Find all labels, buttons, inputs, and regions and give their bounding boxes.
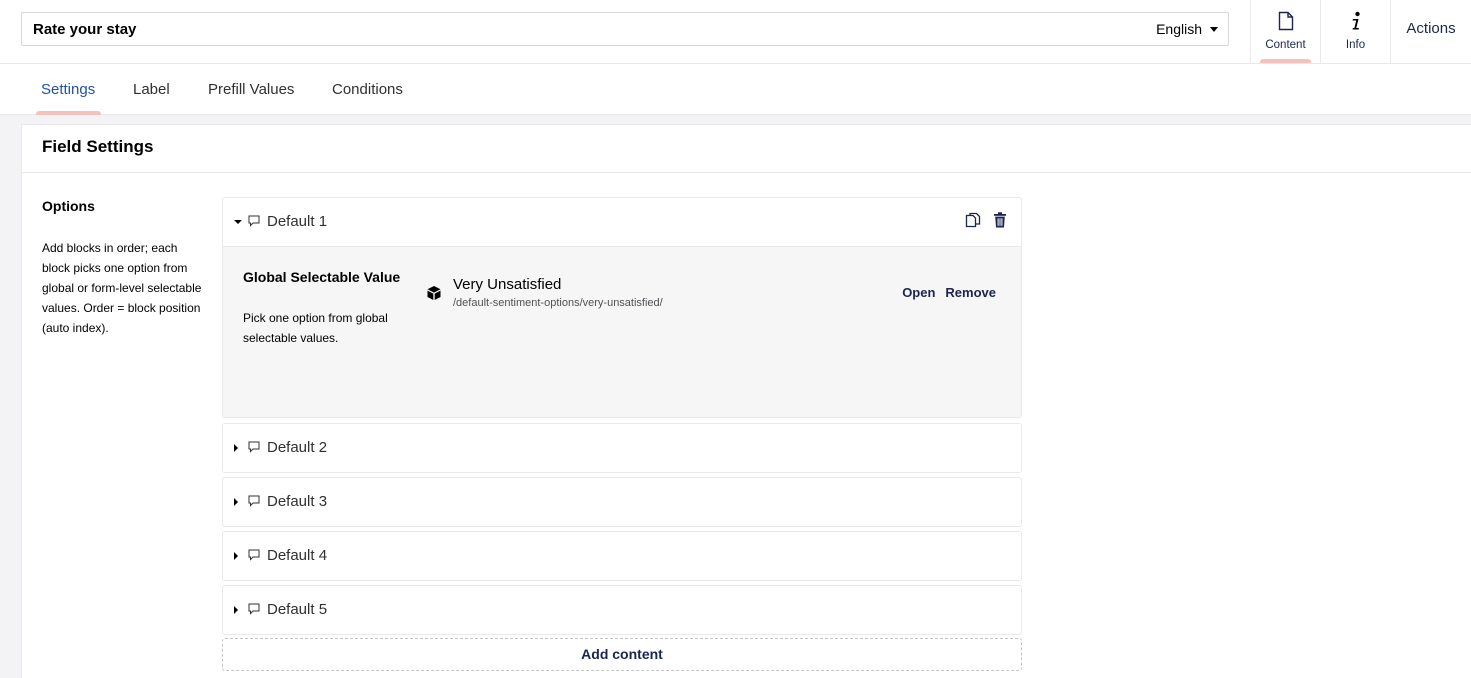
tab-settings[interactable]: Settings xyxy=(36,64,102,115)
app-content-label: Content xyxy=(1265,39,1306,51)
open-button[interactable]: Open xyxy=(902,285,935,300)
language-dropdown[interactable]: English xyxy=(1156,13,1218,45)
caret-right-icon xyxy=(234,552,238,560)
block-item: Default 2 xyxy=(222,423,1022,473)
block-item: Default 5 xyxy=(222,585,1022,635)
block-item: Default 4 xyxy=(222,531,1022,581)
node-name-input[interactable] xyxy=(33,13,1033,45)
block-item: Default 3 xyxy=(222,477,1022,527)
block-icon xyxy=(248,549,260,561)
tab-prefill-values[interactable]: Prefill Values xyxy=(208,64,294,115)
caret-right-icon xyxy=(234,498,238,506)
language-label: English xyxy=(1156,21,1202,37)
block-header[interactable]: Default 2 xyxy=(223,424,1021,472)
tab-conditions[interactable]: Conditions xyxy=(332,64,403,115)
actions-label: Actions xyxy=(1406,20,1456,37)
picked-node-path: /default-sentiment-options/very-unsatisf… xyxy=(453,297,663,309)
add-content-button[interactable]: Add content xyxy=(222,638,1022,671)
caret-right-icon xyxy=(234,444,238,452)
block-icon xyxy=(248,441,260,453)
caret-right-icon xyxy=(234,606,238,614)
picked-node-name: Very Unsatisfied xyxy=(453,276,562,293)
tab-label[interactable]: Label xyxy=(133,64,170,115)
block-tools xyxy=(965,212,1007,233)
tab-prefill-values-label: Prefill Values xyxy=(208,81,295,98)
tab-conditions-label: Conditions xyxy=(332,81,403,98)
block-name: Default 4 xyxy=(267,547,328,564)
block-icon xyxy=(248,495,260,507)
block-header[interactable]: Default 1 xyxy=(223,198,1021,246)
trash-icon[interactable] xyxy=(993,212,1007,233)
block-name: Default 2 xyxy=(267,439,328,456)
block-icon xyxy=(248,603,260,615)
global-selectable-value-label: Global Selectable Value xyxy=(243,269,401,285)
panel-title: Field Settings xyxy=(42,137,154,156)
global-selectable-value-description: Pick one option from global selectable v… xyxy=(243,311,388,345)
app-info-label: Info xyxy=(1345,39,1366,51)
active-indicator xyxy=(1260,59,1311,63)
app-info-button[interactable]: Info xyxy=(1320,0,1390,63)
block-content: Global Selectable Value Pick one option … xyxy=(223,246,1021,417)
cube-icon xyxy=(427,286,441,300)
caret-down-icon xyxy=(234,220,242,224)
block-header[interactable]: Default 3 xyxy=(223,478,1021,526)
block-name: Default 5 xyxy=(267,601,328,618)
info-icon xyxy=(1352,11,1360,30)
field-settings-panel: Field Settings Options Add blocks in ord… xyxy=(21,124,1471,678)
active-tab-indicator xyxy=(36,111,102,115)
editor-header: English Content Info Actions xyxy=(0,0,1471,64)
document-icon xyxy=(1278,11,1293,31)
property-description: Add blocks in order; each block picks on… xyxy=(42,241,202,335)
app-content-button[interactable]: Content xyxy=(1250,0,1320,63)
chevron-down-icon xyxy=(1210,26,1218,32)
actions-button[interactable]: Actions xyxy=(1390,0,1471,63)
tab-settings-label: Settings xyxy=(41,81,96,98)
picker-actions: Open Remove xyxy=(902,285,996,300)
node-name-box: English xyxy=(21,12,1229,46)
copy-icon[interactable] xyxy=(965,212,981,233)
block-name: Default 1 xyxy=(267,213,328,230)
panel-divider xyxy=(22,172,1471,173)
block-icon xyxy=(248,215,260,227)
block-header[interactable]: Default 4 xyxy=(223,532,1021,580)
block-name: Default 3 xyxy=(267,493,328,510)
remove-button[interactable]: Remove xyxy=(945,285,996,300)
block-item: Default 1 Global Selectable Value Pick o… xyxy=(222,197,1022,418)
block-header[interactable]: Default 5 xyxy=(223,586,1021,634)
property-label: Options xyxy=(42,198,95,214)
editor-tabs: Settings Label Prefill Values Conditions xyxy=(0,64,1471,115)
tab-label-label: Label xyxy=(133,81,170,98)
